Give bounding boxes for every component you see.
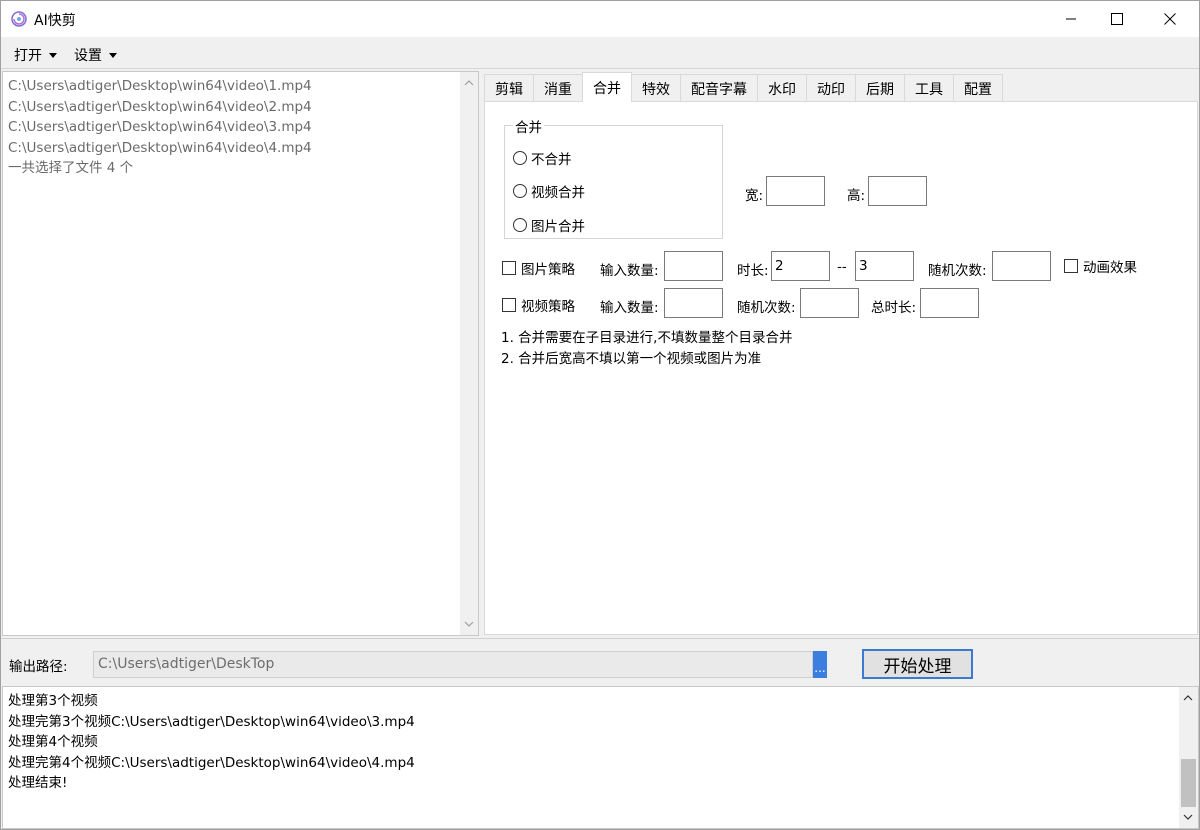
window-title: AI快剪: [34, 13, 76, 29]
log-line: 处理完第3个视频C:\Users\adtiger\Desktop\win64\v…: [8, 713, 415, 730]
tab-strip: 剪辑 消重 合并 特效 配音字幕 水印 动印 后期 工具 配置: [484, 72, 1003, 102]
list-item[interactable]: C:\Users\adtiger\Desktop\win64\video\4.m…: [8, 138, 312, 159]
video-count-input[interactable]: [664, 288, 723, 318]
file-list-scrollbar[interactable]: [460, 72, 478, 635]
app-spiral-icon: [10, 10, 28, 28]
scroll-up-icon: [464, 80, 474, 86]
animation-effect-checkbox[interactable]: 动画效果: [1064, 256, 1137, 276]
chevron-down-icon: [109, 53, 117, 58]
tab-merge[interactable]: 合并: [582, 72, 632, 102]
checkbox-box[interactable]: [502, 298, 516, 312]
tab-dedupe[interactable]: 消重: [533, 74, 583, 102]
merge-notes: 1. 合并需要在子目录进行,不填数量整个目录合并 2. 合并后宽高不填以第一个视…: [501, 328, 792, 370]
duration-label: 时长:: [737, 263, 769, 279]
video-random-label: 随机次数:: [737, 300, 796, 316]
minimize-button[interactable]: [1048, 1, 1094, 37]
duration-separator: --: [837, 259, 847, 275]
menu-bar: 打开 设置: [1, 37, 1199, 69]
log-panel[interactable]: 处理第3个视频 处理完第3个视频C:\Users\adtiger\Desktop…: [2, 686, 1199, 829]
log-text: 处理第3个视频 处理完第3个视频C:\Users\adtiger\Desktop…: [8, 691, 415, 794]
maximize-icon: [1111, 13, 1123, 25]
menu-open[interactable]: 打开: [14, 45, 57, 65]
tab-area: 剪辑 消重 合并 特效 配音字幕 水印 动印 后期 工具 配置 合并 不合并 视…: [482, 71, 1199, 636]
list-item[interactable]: C:\Users\adtiger\Desktop\win64\video\1.m…: [8, 76, 312, 97]
tab-dubbing-subtitles[interactable]: 配音字幕: [680, 74, 758, 102]
log-line: 处理结束!: [8, 775, 68, 791]
start-process-button[interactable]: 开始处理: [862, 649, 973, 679]
merge-tab-content: 合并 不合并 视频合并 图片合并 宽: 高: 图片策略 输入数量: 时长: 2 …: [484, 101, 1198, 635]
video-random-input[interactable]: [800, 288, 859, 318]
merge-group-title: 合并: [513, 116, 544, 136]
total-duration-input[interactable]: [920, 288, 979, 318]
radio-image-merge[interactable]: 图片合并: [513, 215, 585, 235]
minimize-icon: [1066, 18, 1076, 20]
menu-settings[interactable]: 设置: [74, 45, 117, 65]
radio-circle[interactable]: [513, 151, 527, 165]
scroll-down-icon: [464, 621, 474, 627]
maximize-button[interactable]: [1094, 1, 1140, 37]
output-path-field[interactable]: C:\Users\adtiger\DeskTop: [93, 651, 813, 678]
height-input[interactable]: [868, 176, 927, 206]
radio-no-merge[interactable]: 不合并: [513, 148, 572, 168]
height-label: 高:: [847, 188, 866, 204]
image-random-label: 随机次数:: [928, 263, 987, 279]
width-label: 宽:: [745, 188, 764, 204]
radio-video-merge[interactable]: 视频合并: [513, 181, 585, 201]
close-icon: [1164, 13, 1176, 25]
checkbox-box[interactable]: [502, 261, 516, 275]
tab-effects[interactable]: 特效: [631, 74, 681, 102]
tab-post[interactable]: 后期: [855, 74, 905, 102]
total-duration-label: 总时长:: [871, 300, 917, 316]
log-line: 处理第4个视频: [8, 734, 98, 750]
image-count-input[interactable]: [664, 251, 723, 281]
file-list: C:\Users\adtiger\Desktop\win64\video\1.m…: [8, 76, 312, 179]
image-count-label: 输入数量:: [600, 263, 659, 279]
radio-circle[interactable]: [513, 218, 527, 232]
file-count-summary: 一共选择了文件 4 个: [8, 160, 134, 176]
tab-tools[interactable]: 工具: [904, 74, 954, 102]
scrollbar-thumb[interactable]: [1181, 759, 1196, 807]
image-random-input[interactable]: [992, 251, 1051, 281]
app-window: AI快剪 打开 设置 C:\Users\adtiger\Desktop\win6…: [0, 0, 1200, 830]
close-button[interactable]: [1147, 1, 1193, 37]
image-strategy-checkbox[interactable]: 图片策略: [502, 258, 575, 278]
title-bar: AI快剪: [1, 1, 1199, 37]
merge-groupbox: 合并 不合并 视频合并 图片合并: [504, 116, 723, 239]
log-line: 处理完第4个视频C:\Users\adtiger\Desktop\win64\v…: [8, 754, 415, 771]
note-line: 2. 合并后宽高不填以第一个视频或图片为准: [501, 351, 762, 367]
log-scrollbar[interactable]: [1179, 687, 1198, 828]
video-count-label: 输入数量:: [600, 300, 659, 316]
chevron-down-icon: [49, 53, 57, 58]
duration-max-input[interactable]: [855, 251, 914, 281]
output-path-label: 输出路径:: [9, 659, 68, 675]
tab-cut[interactable]: 剪辑: [484, 74, 534, 102]
tab-watermark[interactable]: 水印: [757, 74, 807, 102]
tab-animated-stamp[interactable]: 动印: [806, 74, 856, 102]
log-line: 处理第3个视频: [8, 693, 98, 709]
radio-circle[interactable]: [513, 184, 527, 198]
output-row: 输出路径: C:\Users\adtiger\DeskTop ... 开始处理: [1, 638, 1199, 685]
scroll-up-icon: [1183, 695, 1193, 701]
checkbox-box[interactable]: [1064, 259, 1078, 273]
file-list-panel[interactable]: C:\Users\adtiger\Desktop\win64\video\1.m…: [2, 71, 479, 636]
width-input[interactable]: [766, 176, 825, 206]
tab-config[interactable]: 配置: [953, 74, 1003, 102]
scroll-down-icon: [1183, 814, 1193, 820]
list-item[interactable]: C:\Users\adtiger\Desktop\win64\video\3.m…: [8, 117, 312, 138]
video-strategy-checkbox[interactable]: 视频策略: [502, 295, 575, 315]
duration-min-input[interactable]: [771, 251, 830, 281]
browse-button[interactable]: ...: [813, 651, 827, 678]
note-line: 1. 合并需要在子目录进行,不填数量整个目录合并: [501, 330, 793, 346]
list-item[interactable]: C:\Users\adtiger\Desktop\win64\video\2.m…: [8, 97, 312, 118]
